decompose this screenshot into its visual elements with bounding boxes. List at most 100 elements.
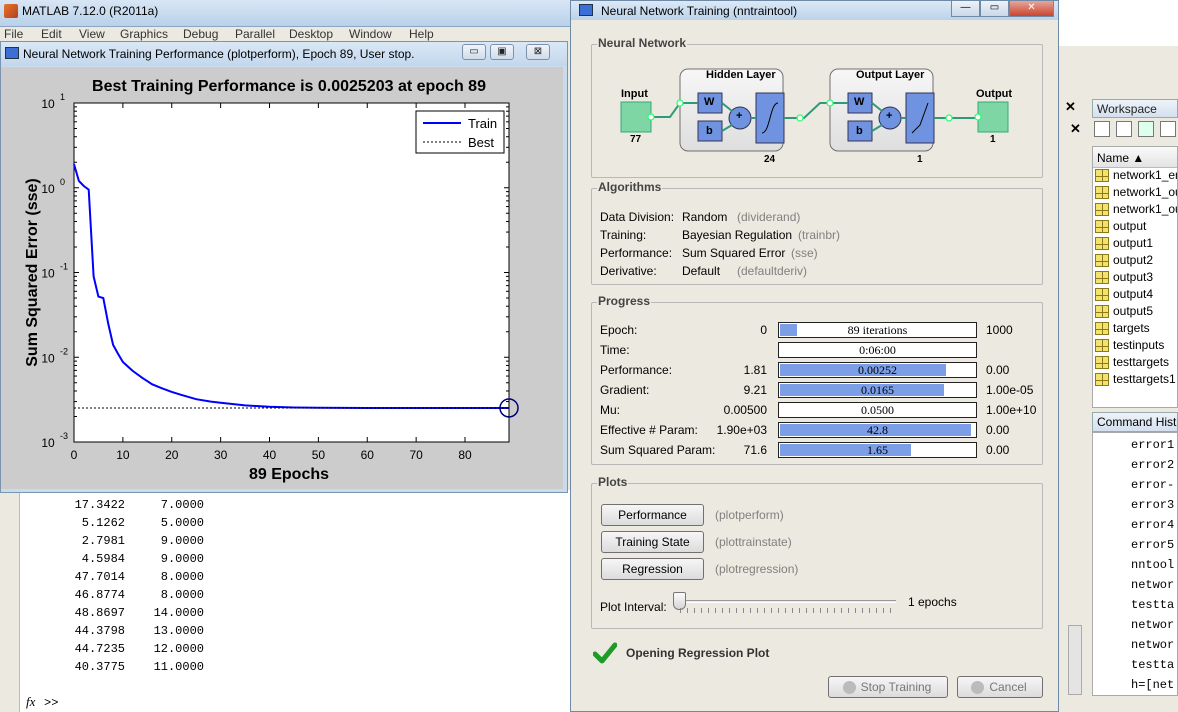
performance-chart: Best Training Performance is 0.0025203 a… bbox=[24, 78, 519, 483]
workspace-variable[interactable]: testinputs bbox=[1093, 338, 1177, 355]
menu-edit[interactable]: Edit bbox=[41, 27, 62, 41]
menu-parallel[interactable]: Parallel bbox=[235, 27, 275, 41]
menu-file[interactable]: File bbox=[4, 27, 23, 41]
matrix-icon bbox=[1095, 322, 1109, 335]
minimize-button[interactable]: ▭ bbox=[462, 44, 486, 60]
new-variable-icon[interactable] bbox=[1094, 121, 1110, 137]
save-workspace-icon[interactable] bbox=[1160, 121, 1176, 137]
command-prompt[interactable]: >> bbox=[44, 696, 58, 710]
menu-graphics[interactable]: Graphics bbox=[120, 27, 168, 41]
plot-interval-track[interactable] bbox=[680, 600, 896, 603]
workspace-variable[interactable]: testtargets bbox=[1093, 355, 1177, 372]
output-label: Output bbox=[976, 88, 1013, 100]
maximize-button[interactable]: ▭ bbox=[980, 1, 1009, 17]
workspace-header: Workspace bbox=[1092, 99, 1178, 118]
progress-end-value: 1.00e+10 bbox=[986, 403, 1037, 417]
minimize-button[interactable]: — bbox=[951, 1, 980, 17]
workspace-variable[interactable]: output4 bbox=[1093, 287, 1177, 304]
workspace-variable[interactable]: output bbox=[1093, 219, 1177, 236]
history-entry[interactable]: error5 bbox=[1131, 538, 1174, 552]
algo-function: (defaultderiv) bbox=[737, 264, 808, 278]
close-button[interactable]: ⊠ bbox=[526, 44, 550, 60]
algo-label: Data Division: bbox=[600, 210, 675, 224]
history-entry[interactable]: error2 bbox=[1131, 458, 1174, 472]
history-scrollbar[interactable] bbox=[1068, 625, 1082, 695]
performance-plot-button[interactable]: Performance bbox=[601, 504, 704, 526]
training-state-plot-button[interactable]: Training State bbox=[601, 531, 704, 553]
history-entry[interactable]: h=[net bbox=[1131, 678, 1174, 692]
history-entry[interactable]: networ bbox=[1131, 578, 1174, 592]
progress-label: Performance: bbox=[600, 363, 673, 377]
group-title: Progress bbox=[597, 294, 652, 308]
progress-bar: 0.0500 bbox=[778, 402, 977, 418]
workspace-variable[interactable]: output3 bbox=[1093, 270, 1177, 287]
history-entry[interactable]: error- bbox=[1131, 478, 1174, 492]
algo-label: Training: bbox=[600, 228, 647, 242]
close-icon[interactable]: ✕ bbox=[1068, 122, 1083, 137]
y-tick-label: 10 bbox=[41, 351, 55, 365]
workspace-name-column[interactable]: Name ▲ bbox=[1093, 147, 1177, 168]
close-icon[interactable]: ✕ bbox=[1063, 100, 1078, 115]
menu-window[interactable]: Window bbox=[349, 27, 392, 41]
progress-label: Sum Squared Param: bbox=[600, 443, 716, 457]
progress-bar-value: 0.00252 bbox=[858, 363, 897, 377]
progress-bar-value: 1.65 bbox=[867, 443, 888, 457]
legend-train-label: Train bbox=[468, 116, 497, 131]
progress-end-value: 0.00 bbox=[986, 423, 1010, 437]
regression-plot-button[interactable]: Regression bbox=[601, 558, 704, 580]
plot-function: (plotperform) bbox=[715, 508, 784, 522]
history-entry[interactable]: nntool bbox=[1131, 558, 1174, 572]
x-tick-label: 0 bbox=[71, 448, 78, 462]
workspace-variable[interactable]: targets bbox=[1093, 321, 1177, 338]
workspace-variable[interactable]: output5 bbox=[1093, 304, 1177, 321]
hidden-layer-label: Hidden Layer bbox=[706, 69, 776, 81]
maximize-button[interactable]: ▣ bbox=[490, 44, 514, 60]
nntraintool-title-bar: Neural Network Training (nntraintool) — … bbox=[571, 1, 1058, 20]
open-variable-icon[interactable] bbox=[1116, 121, 1132, 137]
fx-icon[interactable]: fx bbox=[26, 694, 35, 710]
x-tick-label: 80 bbox=[458, 448, 472, 462]
progress-group: Progress Epoch: 0 89 iterations 1000 Time: 0:… bbox=[591, 294, 1043, 465]
sum-label: + bbox=[736, 110, 743, 122]
progress-end-value: 0.00 bbox=[986, 443, 1010, 457]
desktop-toolbar-area bbox=[1058, 0, 1178, 46]
progress-start-value: 71.6 bbox=[743, 443, 767, 457]
algorithms-group: Algorithms Data Division: Random (divide… bbox=[591, 180, 1043, 285]
y-tick-label: 10 bbox=[41, 267, 55, 281]
history-entry[interactable]: error1 bbox=[1131, 438, 1174, 452]
history-entry[interactable]: testta bbox=[1131, 598, 1174, 612]
cancel-button[interactable]: Cancel bbox=[957, 676, 1043, 698]
history-entry[interactable]: error4 bbox=[1131, 518, 1174, 532]
workspace-variable[interactable]: network1_ou bbox=[1093, 202, 1177, 219]
history-entry[interactable]: error3 bbox=[1131, 498, 1174, 512]
progress-start-value: 1.90e+03 bbox=[716, 423, 767, 437]
history-entry[interactable]: networ bbox=[1131, 618, 1174, 632]
menu-debug[interactable]: Debug bbox=[183, 27, 218, 41]
import-data-icon[interactable] bbox=[1138, 121, 1154, 137]
history-entry[interactable]: networ bbox=[1131, 638, 1174, 652]
workspace-variable[interactable]: network1_err bbox=[1093, 168, 1177, 185]
bias-label: b bbox=[856, 125, 863, 137]
workspace-variable[interactable]: testtargets1 bbox=[1093, 372, 1177, 389]
progress-label: Gradient: bbox=[600, 383, 650, 397]
menu-desktop[interactable]: Desktop bbox=[289, 27, 333, 41]
progress-end-value: 1.00e-05 bbox=[986, 383, 1034, 397]
algo-label: Derivative: bbox=[600, 264, 657, 278]
menu-view[interactable]: View bbox=[79, 27, 105, 41]
output-row: 2.7981 9.0000 bbox=[81, 534, 204, 548]
matlab-window-title: MATLAB 7.12.0 (R2011a) bbox=[22, 4, 159, 18]
stop-training-button[interactable]: Stop Training bbox=[828, 676, 948, 698]
progress-label: Effective # Param: bbox=[600, 423, 698, 437]
workspace-variable[interactable]: output2 bbox=[1093, 253, 1177, 270]
progress-end-value: 0.00 bbox=[986, 363, 1010, 377]
progress-bar-value: 89 iterations bbox=[847, 323, 908, 337]
progress-bar-value: 0:06:00 bbox=[859, 343, 896, 357]
output-row: 4.5984 9.0000 bbox=[81, 552, 204, 566]
matrix-icon bbox=[1095, 271, 1109, 284]
history-entry[interactable]: testta bbox=[1131, 658, 1174, 672]
y-axis-label: Sum Squared Error (sse) bbox=[24, 178, 41, 367]
menu-help[interactable]: Help bbox=[409, 27, 434, 41]
workspace-variable[interactable]: network1_ou bbox=[1093, 185, 1177, 202]
close-button[interactable]: ✕ bbox=[1009, 1, 1054, 17]
workspace-variable[interactable]: output1 bbox=[1093, 236, 1177, 253]
